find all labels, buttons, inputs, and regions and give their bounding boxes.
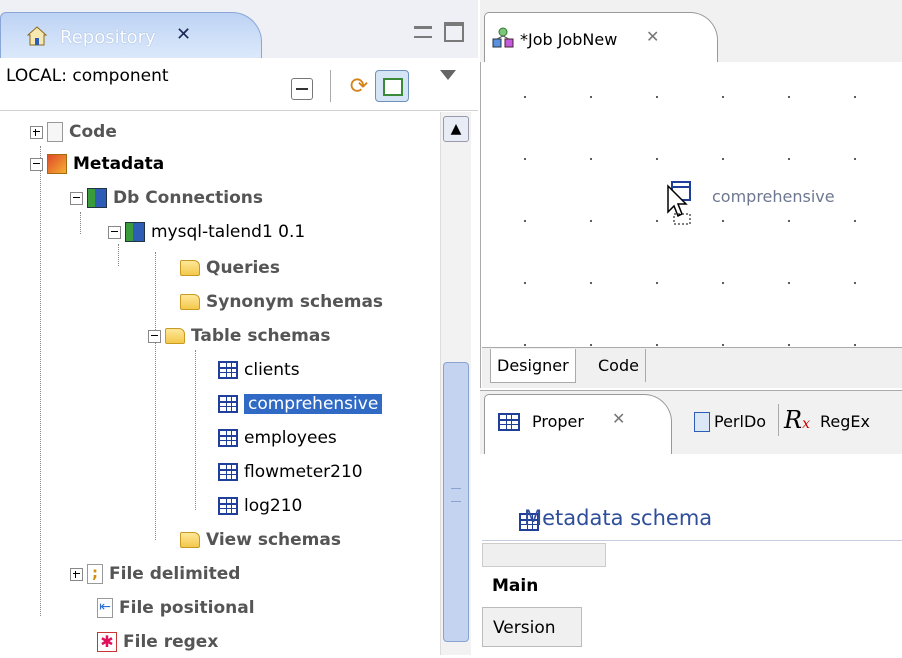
tab-designer[interactable]: Designer bbox=[490, 349, 576, 383]
section-divider bbox=[482, 540, 902, 541]
tree-item-file-positional[interactable]: ⇤ File positional bbox=[97, 592, 255, 624]
section-title: Metadata schema bbox=[524, 506, 713, 530]
job-tab-title: *Job JobNew bbox=[520, 30, 618, 49]
tree-item-db-connections[interactable]: Db Connections bbox=[70, 182, 263, 214]
tree-line bbox=[80, 212, 81, 234]
tree-item-label: Metadata bbox=[73, 154, 165, 174]
tree-item-label-selected: comprehensive bbox=[244, 394, 383, 414]
tree-item-label: Queries bbox=[206, 258, 280, 278]
collapse-icon[interactable] bbox=[148, 329, 161, 343]
table-icon bbox=[218, 429, 238, 447]
tree-item-label: clients bbox=[244, 360, 300, 380]
tree-item-label: flowmeter210 bbox=[244, 462, 363, 482]
tree-item-employees[interactable]: employees bbox=[218, 422, 337, 454]
tree-line bbox=[40, 146, 41, 616]
refresh-icon[interactable]: ⟳ bbox=[346, 74, 372, 100]
toolbar-separator bbox=[330, 70, 331, 102]
minimize-icon[interactable] bbox=[414, 26, 432, 38]
tree-item-flowmeter210[interactable]: flowmeter210 bbox=[218, 456, 363, 488]
tab-properties-label: Proper bbox=[532, 412, 584, 431]
tab-code[interactable]: Code bbox=[592, 349, 646, 382]
tree-item-label: Synonym schemas bbox=[206, 292, 384, 312]
file-regex-icon: ✱ bbox=[97, 632, 117, 652]
tree-item-label: Code bbox=[69, 122, 117, 142]
table-icon bbox=[218, 361, 238, 379]
tab-separator bbox=[778, 404, 779, 436]
tree-item-label: employees bbox=[244, 428, 337, 448]
perl-doc-icon bbox=[694, 412, 710, 432]
tab-perldoc[interactable]: PerlDo bbox=[714, 412, 766, 431]
property-tab-version[interactable]: Version bbox=[482, 607, 582, 647]
tree-line bbox=[155, 252, 156, 540]
link-with-editor-icon[interactable] bbox=[375, 70, 409, 102]
folder-icon bbox=[180, 532, 200, 548]
tree-item-file-regex[interactable]: ✱ File regex bbox=[97, 626, 218, 658]
expand-icon[interactable] bbox=[70, 567, 83, 581]
tree-item-clients[interactable]: clients bbox=[218, 354, 300, 386]
tree-item-file-delimited[interactable]: ; File delimited bbox=[70, 558, 240, 590]
db-connection-icon bbox=[87, 188, 107, 208]
tree-item-label: File regex bbox=[123, 632, 219, 652]
job-icon bbox=[492, 27, 514, 48]
collapse-icon[interactable] bbox=[70, 191, 83, 205]
scrollbar-thumb[interactable] bbox=[443, 362, 469, 642]
tree-item-label: Db Connections bbox=[113, 188, 264, 208]
expand-icon[interactable] bbox=[30, 125, 43, 139]
maximize-icon[interactable] bbox=[444, 22, 464, 42]
tree-item-queries[interactable]: Queries bbox=[180, 252, 280, 284]
tree-item-view-schemas[interactable]: View schemas bbox=[180, 524, 341, 556]
close-icon[interactable]: ✕ bbox=[612, 409, 625, 428]
home-icon bbox=[26, 26, 48, 46]
tree-item-label: Table schemas bbox=[191, 326, 331, 346]
folder-icon bbox=[180, 294, 200, 310]
folder-icon bbox=[180, 260, 200, 276]
collapse-icon[interactable] bbox=[30, 157, 43, 171]
property-tab-blank bbox=[482, 543, 606, 567]
view-menu-icon[interactable] bbox=[440, 70, 456, 80]
tree-item-log210[interactable]: log210 bbox=[218, 490, 302, 522]
drag-label: comprehensive bbox=[712, 187, 835, 206]
tree-item-synonym-schemas[interactable]: Synonym schemas bbox=[180, 286, 383, 318]
tree-item-comprehensive[interactable]: comprehensive bbox=[218, 388, 383, 420]
tree-item-label: mysql-talend1 0.1 bbox=[151, 222, 306, 242]
properties-icon bbox=[498, 413, 520, 431]
close-icon[interactable]: ✕ bbox=[646, 27, 659, 46]
tree-item-label: File positional bbox=[119, 598, 255, 618]
tab-regex[interactable]: RegEx bbox=[820, 412, 870, 431]
folder-icon bbox=[165, 328, 185, 344]
scroll-up-icon[interactable]: ▲ bbox=[443, 116, 469, 142]
drag-table-icon bbox=[667, 181, 691, 225]
db-connection-icon bbox=[125, 222, 145, 242]
tree-item-label: File delimited bbox=[109, 564, 241, 584]
close-icon[interactable]: ✕ bbox=[176, 24, 191, 45]
tree-item-label: View schemas bbox=[206, 530, 341, 550]
regex-icon: Rx bbox=[784, 406, 810, 434]
code-icon bbox=[47, 122, 63, 142]
tree-line bbox=[195, 350, 196, 510]
metadata-icon bbox=[47, 154, 67, 174]
file-positional-icon: ⇤ bbox=[97, 598, 113, 618]
scrollbar-grip bbox=[451, 488, 461, 502]
table-icon bbox=[218, 395, 238, 413]
repository-tab-label: Repository bbox=[60, 27, 156, 48]
table-icon bbox=[218, 463, 238, 481]
table-icon bbox=[218, 497, 238, 515]
collapse-all-icon[interactable] bbox=[291, 78, 313, 100]
tree-item-mysql-connection[interactable]: mysql-talend1 0.1 bbox=[108, 216, 305, 248]
tree-item-code[interactable]: Code bbox=[30, 116, 117, 148]
repository-filter-label: LOCAL: component bbox=[6, 66, 169, 86]
file-delimited-icon: ; bbox=[87, 564, 103, 584]
tree-item-label: log210 bbox=[244, 496, 303, 516]
property-tab-main[interactable]: Main bbox=[482, 570, 582, 602]
tree-item-metadata[interactable]: Metadata bbox=[30, 148, 164, 180]
collapse-icon[interactable] bbox=[108, 225, 121, 239]
tree-item-table-schemas[interactable]: Table schemas bbox=[148, 320, 330, 352]
